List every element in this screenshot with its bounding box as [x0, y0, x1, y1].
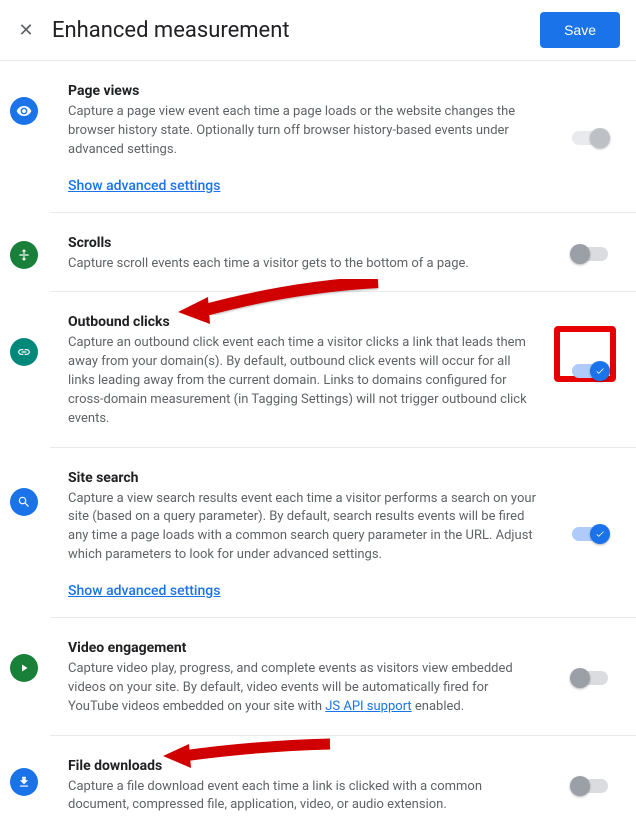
text-col: File downloads Capture a file download e… [68, 758, 546, 816]
section-file-downloads: File downloads Capture a file download e… [50, 736, 636, 833]
icon-col [10, 470, 46, 516]
dialog-title: Enhanced measurement [52, 18, 524, 43]
section-description: Capture an outbound click event each tim… [68, 334, 538, 428]
icon-col [10, 758, 46, 796]
search-icon [10, 488, 38, 516]
show-advanced-link[interactable]: Show advanced settings [68, 583, 220, 599]
toggle-outbound-clicks[interactable] [572, 364, 608, 378]
play-icon [10, 654, 38, 682]
desc-after: enabled. [412, 699, 464, 714]
section-description: Capture a file download event each time … [68, 778, 538, 816]
toggle-page-views [572, 131, 608, 145]
toggle-file-downloads[interactable] [572, 779, 608, 793]
close-icon[interactable]: ✕ [16, 20, 36, 41]
section-title: Video engagement [68, 640, 538, 656]
section-title: Outbound clicks [68, 314, 538, 330]
section-outbound-clicks: Outbound clicks Capture an outbound clic… [50, 292, 636, 447]
icon-col [10, 83, 46, 125]
show-advanced-link[interactable]: Show advanced settings [68, 178, 220, 194]
toggle-col [562, 235, 618, 274]
icon-col [10, 314, 46, 366]
dialog-header: ✕ Enhanced measurement Save [0, 0, 636, 61]
toggle-col [562, 640, 618, 717]
text-col: Site search Capture a view search result… [68, 470, 546, 599]
section-description: Capture scroll events each time a visito… [68, 255, 538, 274]
icon-col [10, 235, 46, 269]
toggle-scrolls[interactable] [572, 247, 608, 261]
section-page-views: Page views Capture a page view event eac… [50, 61, 636, 213]
toggle-site-search[interactable] [572, 527, 608, 541]
link-icon [10, 338, 38, 366]
text-col: Outbound clicks Capture an outbound clic… [68, 314, 546, 428]
section-description: Capture a page view event each time a pa… [68, 103, 538, 160]
section-scrolls: Scrolls Capture scroll events each time … [50, 213, 636, 293]
toggle-col [562, 470, 618, 599]
section-video-engagement: Video engagement Capture video play, pro… [50, 618, 636, 736]
settings-list: Page views Capture a page view event eac… [0, 61, 636, 833]
section-site-search: Site search Capture a view search result… [50, 448, 636, 618]
js-api-support-link[interactable]: JS API support [325, 699, 411, 714]
toggle-video-engagement[interactable] [572, 671, 608, 685]
section-title: Site search [68, 470, 538, 486]
toggle-col [562, 83, 618, 194]
toggle-col [562, 758, 618, 816]
text-col: Scrolls Capture scroll events each time … [68, 235, 546, 274]
section-title: Scrolls [68, 235, 538, 251]
text-col: Video engagement Capture video play, pro… [68, 640, 546, 717]
icon-col [10, 640, 46, 682]
section-title: Page views [68, 83, 538, 99]
eye-icon [10, 97, 38, 125]
save-button[interactable]: Save [540, 12, 620, 48]
toggle-col [562, 314, 618, 428]
scroll-icon [10, 241, 38, 269]
section-title: File downloads [68, 758, 538, 774]
download-icon [10, 768, 38, 796]
text-col: Page views Capture a page view event eac… [68, 83, 546, 194]
section-description: Capture a view search results event each… [68, 490, 538, 565]
section-description: Capture video play, progress, and comple… [68, 660, 538, 717]
